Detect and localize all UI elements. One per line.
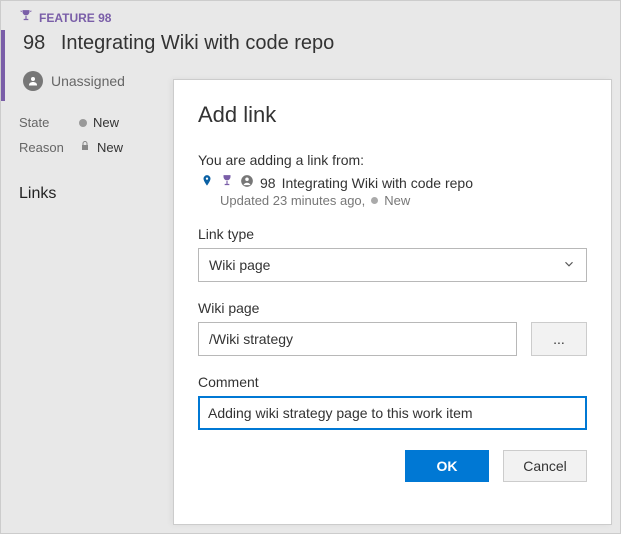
trophy-icon — [220, 174, 234, 191]
work-item-type-label: FEATURE 98 — [39, 11, 111, 25]
context-item-title: Integrating Wiki with code repo — [282, 175, 473, 191]
trophy-icon — [19, 9, 33, 26]
state-dot-icon — [371, 197, 378, 204]
context-updated: Updated 23 minutes ago, — [220, 193, 365, 208]
reason-value: New — [97, 140, 123, 155]
cancel-button[interactable]: Cancel — [503, 450, 587, 482]
context-meta: Updated 23 minutes ago, New — [198, 193, 587, 208]
work-item-title-row: 98 Integrating Wiki with code repo — [1, 30, 620, 65]
state-label: State — [19, 115, 69, 130]
person-icon — [23, 71, 43, 91]
comment-label: Comment — [198, 374, 587, 390]
work-item-type-header: FEATURE 98 — [1, 1, 620, 30]
dialog-title: Add link — [198, 102, 587, 128]
wiki-page-label: Wiki page — [198, 300, 587, 316]
comment-input[interactable] — [198, 396, 587, 430]
link-type-value: Wiki page — [209, 257, 270, 273]
work-item-id: 98 — [23, 32, 45, 54]
link-type-select[interactable]: Wiki page — [198, 248, 587, 282]
ok-button[interactable]: OK — [405, 450, 489, 482]
reason-label: Reason — [19, 140, 69, 155]
wiki-page-input[interactable] — [198, 322, 517, 356]
context-state: New — [384, 193, 410, 208]
lock-icon — [79, 140, 91, 155]
browse-button[interactable]: ... — [531, 322, 587, 356]
work-item-title[interactable]: Integrating Wiki with code repo — [61, 32, 334, 54]
state-dot-icon — [79, 119, 87, 127]
person-circle-icon — [240, 174, 254, 191]
context-item-id: 98 — [260, 175, 276, 191]
pin-icon — [200, 174, 214, 191]
link-type-label: Link type — [198, 226, 587, 242]
dialog-buttons: OK Cancel — [198, 450, 587, 482]
add-link-dialog: Add link You are adding a link from: 98 … — [173, 79, 612, 525]
assignee-value: Unassigned — [51, 73, 125, 89]
chevron-down-icon — [562, 257, 576, 274]
context-label: You are adding a link from: — [198, 152, 587, 168]
state-value: New — [93, 115, 119, 130]
context-work-item: 98 Integrating Wiki with code repo — [198, 174, 587, 191]
